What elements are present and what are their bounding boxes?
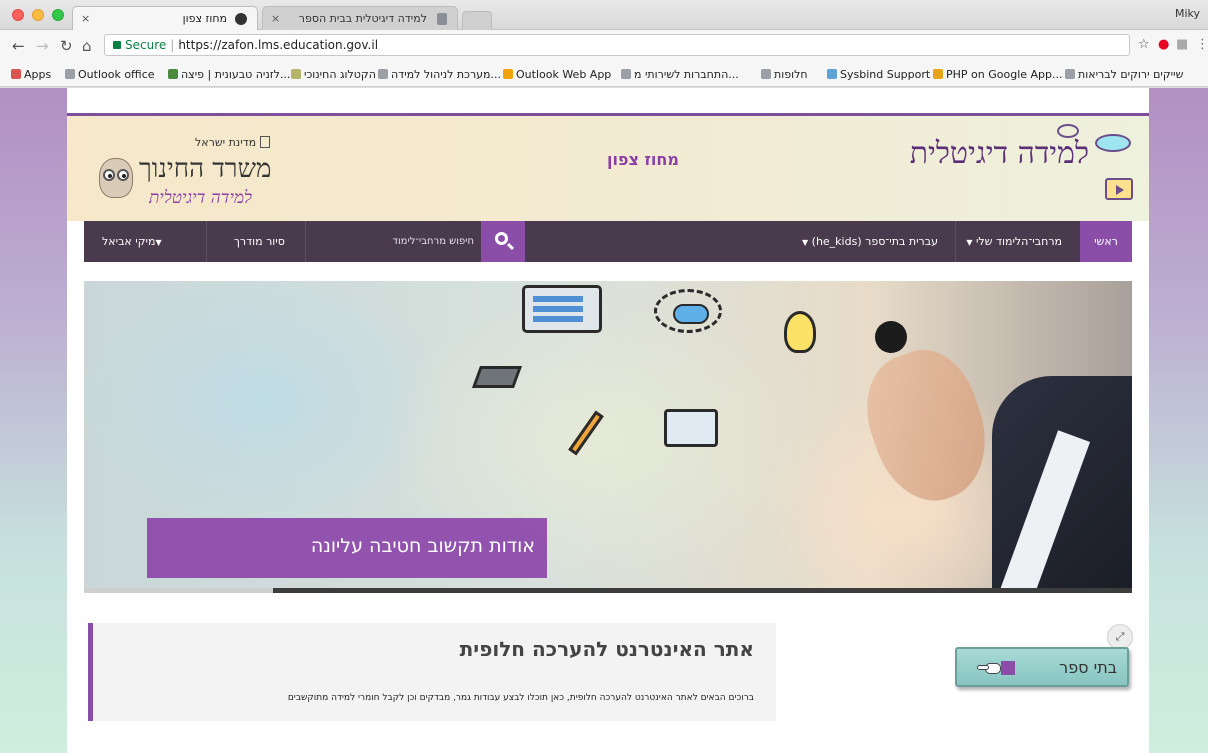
state-emblem-icon [260, 136, 271, 148]
search-icon [495, 232, 508, 245]
ministry-title: משרד החינוך [139, 154, 272, 184]
menu-dots-icon[interactable]: ⋮ [1196, 37, 1208, 52]
owl-icon [99, 158, 133, 198]
page-icon [65, 69, 75, 79]
url-text: https://zafon.lms.education.gov.il [178, 38, 379, 52]
bookmark-apps[interactable]: Apps [8, 68, 51, 81]
laptop-doodle-icon [522, 285, 602, 333]
welcome-block: אתר האינטרנט להערכה חלופית ברוכים הבאים … [88, 623, 776, 721]
new-tab-button[interactable] [462, 11, 492, 30]
video-screen-icon [1105, 178, 1133, 200]
nav-guided-tour[interactable]: סיור מודרך [234, 221, 285, 262]
banner-caption[interactable]: אודות תקשוב חטיבה עליונה [147, 518, 547, 578]
welcome-title: אתר האינטרנט להערכה חלופית [459, 637, 754, 661]
back-arrow-icon[interactable]: ← [12, 37, 25, 55]
bookmark-outlook-office[interactable]: Outlook office [62, 68, 155, 81]
bookmark-catalog[interactable]: הקטלוג החינוכי [288, 68, 376, 81]
nav-my-spaces[interactable]: מרחבי־הלימוד שלי ▼ [966, 221, 1062, 262]
welcome-text: ברוכים הבאים לאתר האינטרנט להערכה חלופית… [287, 693, 754, 703]
slider-progress-bar [84, 588, 1132, 593]
nav-home[interactable]: ראשי [1080, 221, 1132, 262]
browser-titlebar: × מחוז צפון × למידה דיגיטלית בבית הספר M… [0, 0, 1208, 30]
close-window-button[interactable] [12, 9, 24, 21]
minimize-window-button[interactable] [32, 9, 44, 21]
browser-toolbar: ← → ↻ ⌂ Secure | https://zafon.lms.educati… [0, 30, 1208, 63]
browser-tab[interactable]: × למידה דיגיטלית בבית הספר [262, 6, 458, 30]
apps-grid-icon [11, 69, 21, 79]
forward-arrow-icon[interactable]: → [36, 37, 49, 55]
slider-progress-fill [84, 588, 273, 593]
bookmark-alternatives[interactable]: חלופות [758, 68, 808, 81]
book-doodle-icon [664, 409, 718, 447]
caret-down-icon: ▼ [801, 238, 809, 247]
cloud-doodle-icon [654, 289, 722, 333]
digital-learning-logo[interactable]: למידה דיגיטלית [910, 136, 1089, 171]
pointing-hand-icon [977, 661, 1015, 675]
bookmark-outlook-web[interactable]: Outlook Web App [500, 68, 611, 81]
nav-user-menu[interactable]: ▼מיקי אביאל [102, 221, 162, 262]
caret-down-icon: ▼ [155, 238, 162, 247]
profile-name[interactable]: Miky [1175, 7, 1200, 20]
secure-label: Secure [125, 38, 167, 52]
sysbind-icon [827, 69, 837, 79]
star-icon[interactable]: ☆ [1138, 37, 1150, 52]
outlook-icon [503, 69, 513, 79]
ministry-subtitle: למידה דיגיטלית [149, 188, 252, 208]
page-viewport: למידה דיגיטלית מחוז צפון מדינת ישראל משר… [0, 88, 1208, 753]
state-label: מדינת ישראל [195, 136, 271, 149]
php-icon [933, 69, 943, 79]
bookmark-shakes[interactable]: שייקים ירוקים לבריאות [1062, 68, 1183, 81]
bookmark-lasagna[interactable]: לזניה טבעונית | פיצה... [165, 68, 290, 81]
schools-button-label: בתי ספר [1059, 658, 1117, 677]
grid-icon [291, 69, 301, 79]
address-bar[interactable]: Secure | https://zafon.lms.education.gov.i… [104, 34, 1130, 56]
extension-icon[interactable]: ■ [1176, 37, 1188, 52]
search-button[interactable] [481, 221, 525, 262]
page-container: למידה דיגיטלית מחוז צפון מדינת ישראל משר… [67, 88, 1149, 753]
graduation-cap-doodle-icon [471, 366, 523, 388]
browser-tab-active[interactable]: × מחוז צפון [72, 6, 258, 30]
reload-icon[interactable]: ↻ [60, 37, 73, 55]
tab-title: מחוז צפון [182, 12, 227, 25]
moodle-icon [621, 69, 631, 79]
main-navbar: ראשי מרחבי־הלימוד שלי ▼ עברית בתי־ספר (h… [84, 221, 1132, 262]
caret-down-icon: ▼ [966, 238, 973, 247]
bookmark-php[interactable]: PHP on Google App... [930, 68, 1063, 81]
page-icon [378, 69, 388, 79]
pinterest-icon[interactable]: ● [1158, 37, 1169, 52]
cloud-icon [1095, 134, 1131, 152]
maximize-window-button[interactable] [52, 9, 64, 21]
marker-image [875, 321, 907, 353]
district-title: מחוז צפון [607, 150, 679, 169]
tab-close-icon[interactable]: × [271, 7, 280, 31]
tab-title: למידה דיגיטלית בבית הספר [298, 12, 427, 25]
site-favicon-icon [235, 13, 247, 25]
hand-image [849, 336, 1005, 516]
moodle-favicon-icon [437, 13, 447, 25]
page-icon [1065, 69, 1075, 79]
nav-language[interactable]: עברית בתי־ספר (he_kids) ▼ [802, 221, 938, 262]
site-header: למידה דיגיטלית מחוז צפון מדינת ישראל משר… [67, 113, 1149, 221]
pencil-doodle-icon [568, 410, 604, 456]
bookmark-lms[interactable]: מערכת לניהול למידה... [375, 68, 501, 81]
hero-banner[interactable]: אודות תקשוב חטיבה עליונה [84, 281, 1132, 593]
lightbulb-doodle-icon [784, 311, 816, 353]
home-icon[interactable]: ⌂ [82, 37, 92, 55]
lock-icon [113, 41, 121, 49]
schools-button[interactable]: בתי ספר [955, 647, 1129, 687]
moodle-icon [761, 69, 771, 79]
bookmark-services[interactable]: התחברות לשירותי מ... [618, 68, 739, 81]
tab-close-icon[interactable]: × [81, 7, 90, 31]
search-input[interactable] [306, 229, 480, 254]
bookmark-sysbind[interactable]: Sysbind Support [824, 68, 930, 81]
bookmarks-bar: Apps Outlook office לזניה טבעונית | פיצה… [0, 63, 1208, 87]
leaf-icon [168, 69, 178, 79]
